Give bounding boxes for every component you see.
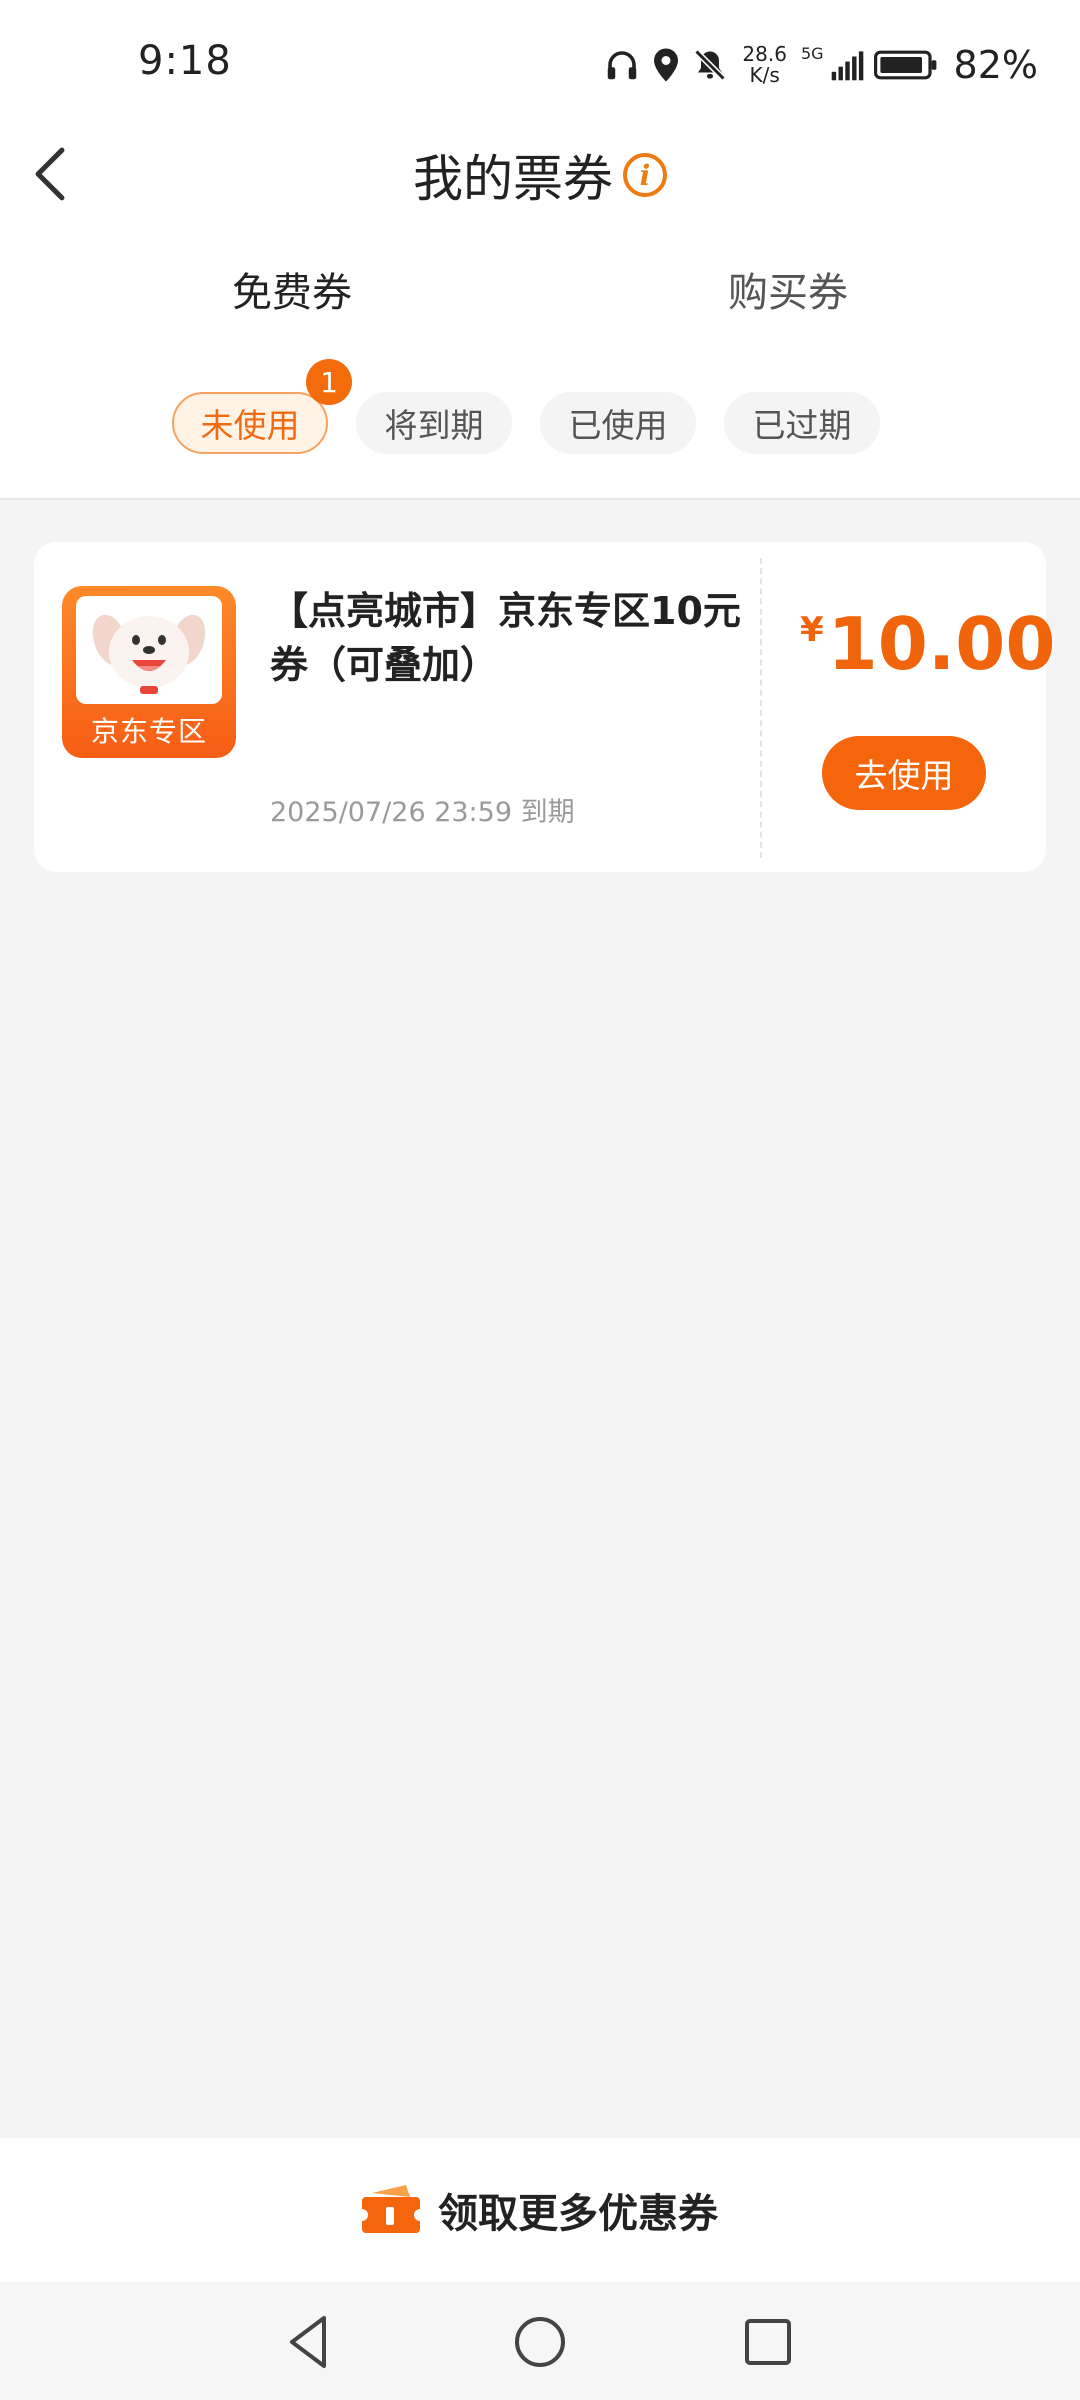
net-speed: 28.6 K/s bbox=[742, 42, 787, 87]
coupon-expiry: 2025/07/26 23:59 到期 bbox=[270, 797, 575, 828]
status-bar: 9:18 28.6 K/s 5G 82% bbox=[0, 0, 1080, 130]
info-icon[interactable]: i bbox=[623, 153, 667, 197]
tab-free-coupons[interactable]: 免费券 bbox=[232, 260, 352, 318]
jd-dog-mascot-icon bbox=[92, 614, 206, 694]
get-more-coupons-label: 领取更多优惠券 bbox=[438, 2191, 718, 2237]
page-title: 我的票券 bbox=[413, 150, 613, 208]
title-group: 我的票券 i bbox=[0, 140, 1080, 210]
unused-count-badge: 1 bbox=[306, 359, 352, 405]
ticket-icon bbox=[362, 2185, 420, 2233]
coupon-amount: ¥10.00 bbox=[800, 602, 1055, 686]
currency-symbol: ¥ bbox=[800, 610, 824, 650]
signal-icon bbox=[831, 51, 863, 81]
logo-label: 京东专区 bbox=[90, 715, 207, 748]
location-icon bbox=[654, 48, 679, 82]
coupon-card[interactable]: 京东专区 【点亮城市】京东专区10元券（可叠加） 2025/07/26 23:5… bbox=[34, 542, 1055, 872]
battery-percent: 82% bbox=[953, 43, 1038, 87]
header: 我的票券 i 免费券 购买券 bbox=[0, 130, 1080, 349]
nav-recents-icon[interactable] bbox=[736, 2310, 800, 2374]
battery-icon bbox=[873, 50, 936, 80]
get-more-coupons-button[interactable]: 领取更多优惠券 bbox=[0, 2138, 1080, 2282]
bell-muted-icon bbox=[694, 49, 727, 81]
system-nav-bar bbox=[0, 2282, 1080, 2400]
filter-chips: 未使用 将到期 已使用 已过期 1 bbox=[0, 340, 1080, 500]
filter-unused[interactable]: 未使用 bbox=[172, 392, 328, 454]
nav-home-icon[interactable] bbox=[508, 2310, 572, 2374]
headphones-icon bbox=[608, 51, 637, 80]
filter-expiring[interactable]: 将到期 bbox=[356, 392, 512, 454]
coupon-title: 【点亮城市】京东专区10元券（可叠加） bbox=[270, 589, 741, 687]
network-type: 5G bbox=[800, 44, 824, 63]
filter-used[interactable]: 已使用 bbox=[540, 392, 696, 454]
coupon-divider bbox=[760, 558, 762, 858]
jd-zone-logo: 京东专区 bbox=[62, 586, 236, 758]
nav-back-icon[interactable] bbox=[278, 2310, 342, 2374]
use-coupon-button[interactable]: 去使用 bbox=[822, 736, 986, 810]
status-icons: 28.6 K/s 5G 82% bbox=[604, 40, 1038, 90]
tab-purchased-coupons[interactable]: 购买券 bbox=[728, 260, 848, 318]
coupon-amount-value: 10.00 bbox=[827, 602, 1056, 686]
status-time: 9:18 bbox=[138, 38, 232, 84]
filter-expired[interactable]: 已过期 bbox=[724, 392, 880, 454]
